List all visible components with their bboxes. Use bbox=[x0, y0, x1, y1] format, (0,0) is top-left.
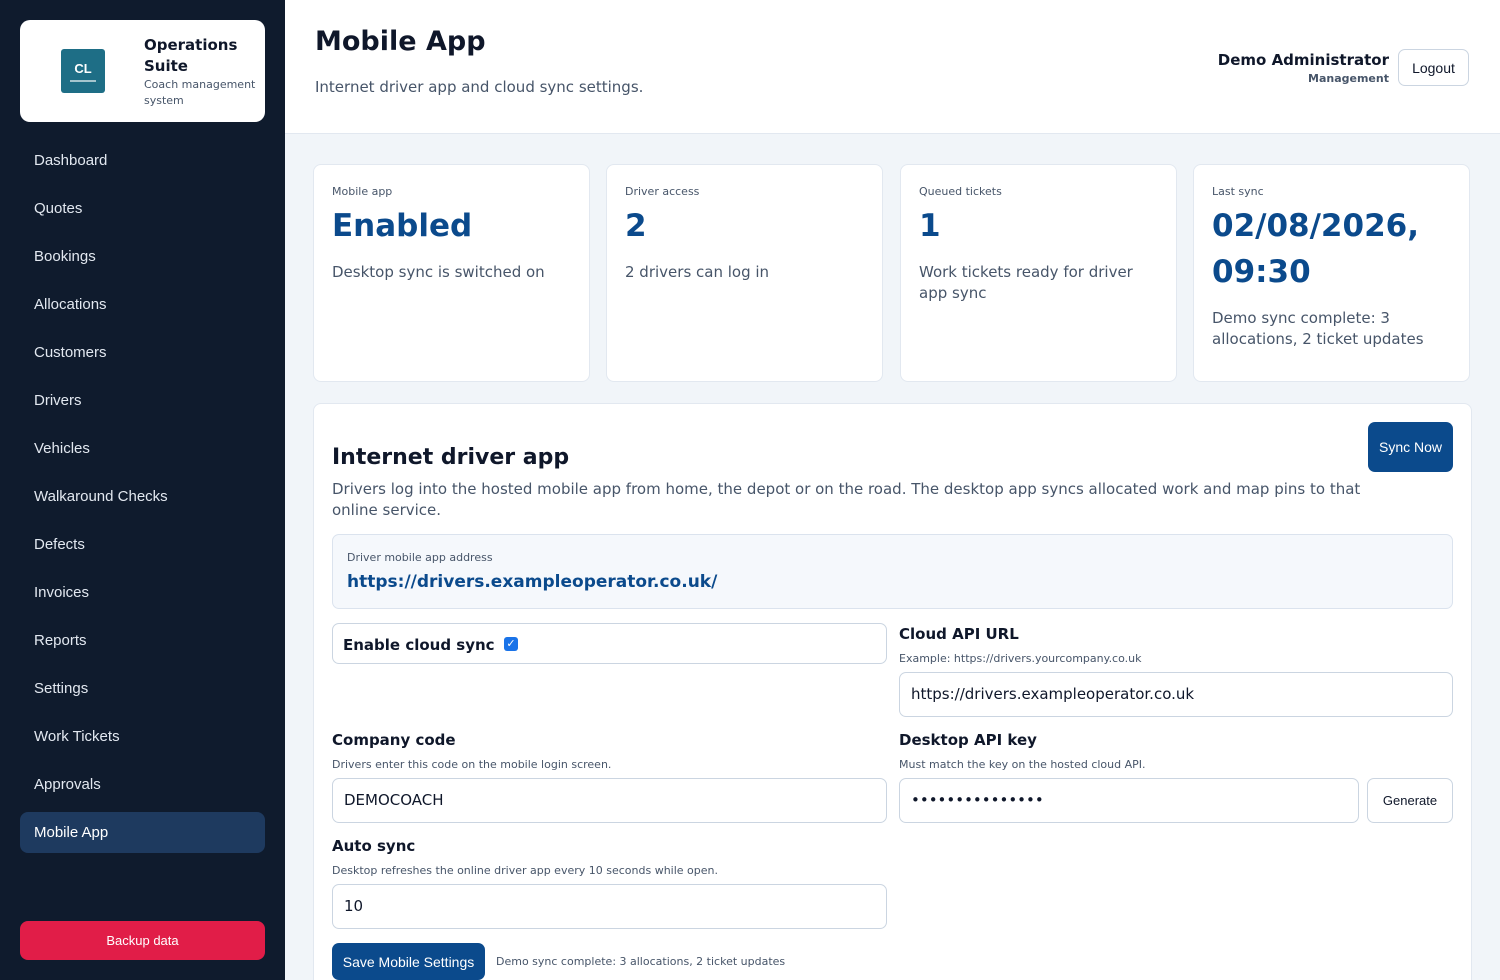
brand-card: CL Operations Suite Coach management sys… bbox=[20, 20, 265, 122]
sidebar-item-settings[interactable]: Settings bbox=[20, 668, 265, 709]
save-mobile-settings-button[interactable]: Save Mobile Settings bbox=[332, 943, 485, 980]
company-code-help: Drivers enter this code on the mobile lo… bbox=[332, 758, 612, 771]
generate-key-button[interactable]: Generate bbox=[1367, 778, 1453, 823]
brand-logo: CL bbox=[61, 49, 105, 93]
driver-app-panel: Internet driver app Drivers log into the… bbox=[313, 403, 1472, 980]
brand-logo-underline bbox=[70, 80, 96, 82]
company-code-label: Company code bbox=[332, 731, 456, 749]
sidebar-item-customers[interactable]: Customers bbox=[20, 332, 265, 373]
driver-app-address-box: Driver mobile app address https://driver… bbox=[332, 534, 1453, 609]
stat-label: Queued tickets bbox=[919, 185, 1002, 198]
stat-label: Driver access bbox=[625, 185, 700, 198]
brand-logo-text: CL bbox=[74, 61, 92, 76]
driver-app-address-link[interactable]: https://drivers.exampleoperator.co.uk/ bbox=[347, 572, 717, 592]
user-role: Management bbox=[1308, 72, 1389, 85]
sidebar-item-bookings[interactable]: Bookings bbox=[20, 236, 265, 277]
stat-value: Enabled bbox=[332, 208, 473, 244]
sync-now-button[interactable]: Sync Now bbox=[1368, 422, 1453, 472]
panel-title: Internet driver app bbox=[332, 445, 570, 470]
stat-value: 2 bbox=[625, 208, 647, 244]
sidebar-item-drivers[interactable]: Drivers bbox=[20, 380, 265, 421]
stat-card-queued-tickets: Queued tickets 1 Work tickets ready for … bbox=[900, 164, 1177, 382]
auto-sync-label: Auto sync bbox=[332, 837, 416, 855]
sidebar-item-invoices[interactable]: Invoices bbox=[20, 572, 265, 613]
cloud-sync-toggle-row[interactable]: Enable cloud sync ✓ bbox=[332, 623, 887, 664]
stat-value: 02/08/2026, 09:30 bbox=[1212, 208, 1419, 290]
stat-label: Last sync bbox=[1212, 185, 1264, 198]
save-status-text: Demo sync complete: 3 allocations, 2 tic… bbox=[496, 955, 786, 968]
sidebar-item-mobile-app[interactable]: Mobile App bbox=[20, 812, 265, 853]
api-key-input[interactable]: ••••••••••••••• bbox=[899, 778, 1359, 823]
page-header: Mobile App Internet driver app and cloud… bbox=[285, 0, 1500, 134]
cloud-sync-label: Enable cloud sync bbox=[343, 636, 495, 654]
stat-card-last-sync: Last sync 02/08/2026, 09:30 Demo sync co… bbox=[1193, 164, 1470, 382]
sidebar: CL Operations Suite Coach management sys… bbox=[0, 0, 285, 980]
auto-sync-help: Desktop refreshes the online driver app … bbox=[332, 864, 719, 877]
user-name: Demo Administrator bbox=[1217, 51, 1389, 69]
backup-data-button[interactable]: Backup data bbox=[20, 921, 265, 960]
stat-description: Work tickets ready for driver app sync bbox=[919, 263, 1133, 302]
sidebar-item-allocations[interactable]: Allocations bbox=[20, 284, 265, 325]
stat-description: Demo sync complete: 3 allocations, 2 tic… bbox=[1212, 309, 1424, 348]
sidebar-item-walkaround-checks[interactable]: Walkaround Checks bbox=[20, 476, 265, 517]
stat-card-driver-access: Driver access 2 2 drivers can log in bbox=[606, 164, 883, 382]
sidebar-item-work-tickets[interactable]: Work Tickets bbox=[20, 716, 265, 757]
cloud-api-url-input[interactable]: https://drivers.exampleoperator.co.uk bbox=[899, 672, 1453, 717]
sidebar-item-reports[interactable]: Reports bbox=[20, 620, 265, 661]
cloud-sync-checkbox[interactable]: ✓ bbox=[504, 637, 518, 651]
stat-value: 1 bbox=[919, 208, 941, 244]
sidebar-item-quotes[interactable]: Quotes bbox=[20, 188, 265, 229]
sidebar-item-vehicles[interactable]: Vehicles bbox=[20, 428, 265, 469]
stat-label: Mobile app bbox=[332, 185, 393, 198]
stat-description: Desktop sync is switched on bbox=[332, 263, 545, 281]
api-key-label: Desktop API key bbox=[899, 731, 1037, 749]
stat-card-mobile-app: Mobile app Enabled Desktop sync is switc… bbox=[313, 164, 590, 382]
company-code-input[interactable]: DEMOCOACH bbox=[332, 778, 887, 823]
cloud-api-label: Cloud API URL bbox=[899, 625, 1019, 643]
sidebar-item-dashboard[interactable]: Dashboard bbox=[20, 140, 265, 181]
panel-description: Drivers log into the hosted mobile app f… bbox=[332, 480, 1361, 519]
sidebar-item-defects[interactable]: Defects bbox=[20, 524, 265, 565]
cloud-api-help: Example: https://drivers.yourcompany.co.… bbox=[899, 652, 1142, 665]
brand-title: Operations Suite bbox=[144, 36, 238, 75]
page-subtitle: Internet driver app and cloud sync setti… bbox=[315, 78, 644, 96]
logout-button[interactable]: Logout bbox=[1398, 49, 1469, 86]
page-title: Mobile App bbox=[315, 26, 486, 57]
sidebar-nav: Dashboard Quotes Bookings Allocations Cu… bbox=[20, 140, 265, 860]
api-key-help: Must match the key on the hosted cloud A… bbox=[899, 758, 1146, 771]
address-label: Driver mobile app address bbox=[347, 551, 493, 564]
brand-subtitle: Coach management system bbox=[144, 78, 256, 107]
stat-description: 2 drivers can log in bbox=[625, 263, 770, 281]
sidebar-item-approvals[interactable]: Approvals bbox=[20, 764, 265, 805]
auto-sync-input[interactable]: 10 bbox=[332, 884, 887, 929]
